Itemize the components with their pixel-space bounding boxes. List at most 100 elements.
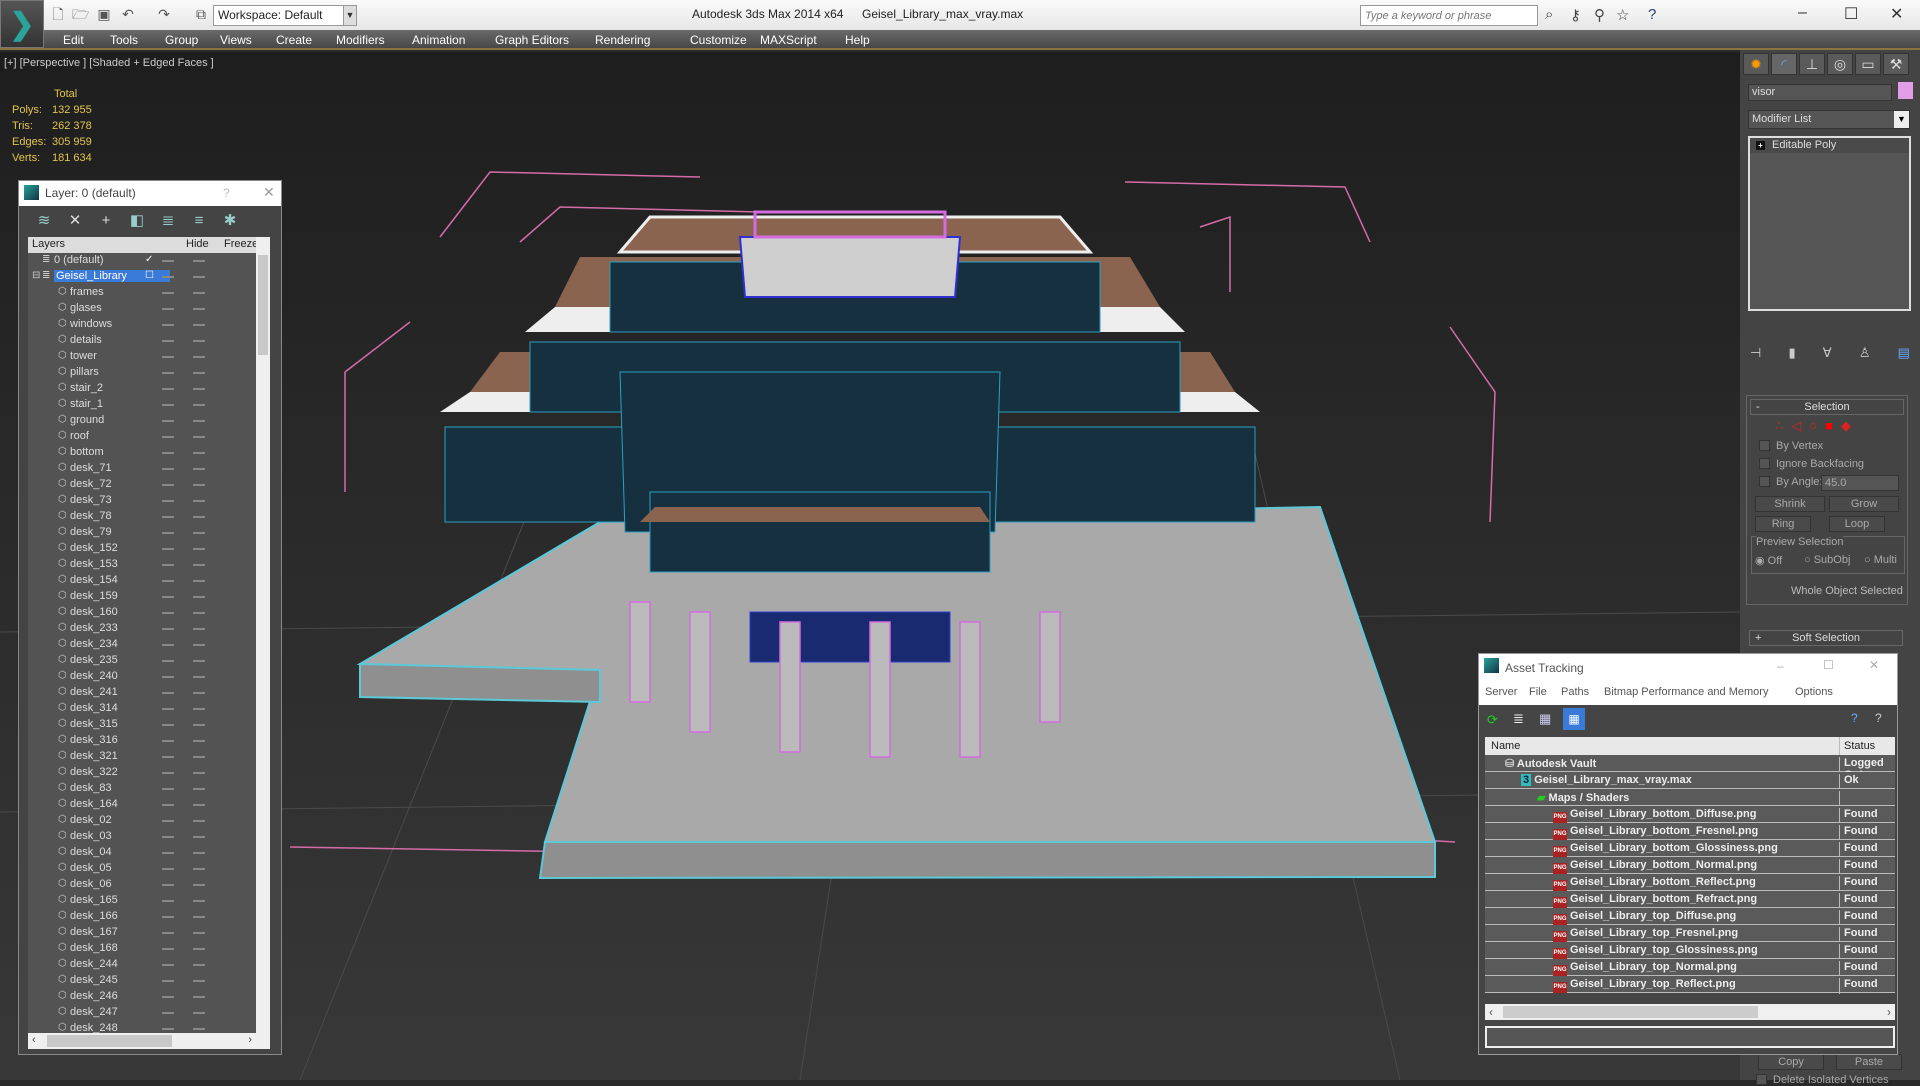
- scrollbar-thumb[interactable]: [47, 1035, 172, 1047]
- layer-row[interactable]: ⬡ desk_168: [28, 941, 256, 957]
- selection-rollout-header[interactable]: - Selection: [1750, 399, 1904, 415]
- binoculars-icon[interactable]: ⌕: [1545, 6, 1553, 23]
- hide-toggle[interactable]: [162, 452, 174, 454]
- asset-menu-bitmap-performance-and-memory[interactable]: Bitmap Performance and Memory: [1604, 686, 1768, 698]
- new-file-icon[interactable]: 🗋: [50, 6, 66, 22]
- soft-selection-rollout-header[interactable]: + Soft Selection: [1749, 630, 1903, 646]
- freeze-toggle[interactable]: [193, 420, 205, 422]
- context-help-icon[interactable]: ?: [1875, 711, 1882, 725]
- hide-toggle[interactable]: [162, 388, 174, 390]
- freeze-toggle[interactable]: [193, 916, 205, 918]
- hide-toggle[interactable]: [162, 836, 174, 838]
- favorites-star-icon[interactable]: ☆: [1616, 6, 1629, 24]
- asset-row[interactable]: PNG Geisel_Library_top_Glossiness.png Foun…: [1485, 942, 1895, 960]
- layer-row[interactable]: ⬡ stair_2: [28, 381, 256, 397]
- hide-toggle[interactable]: [162, 740, 174, 742]
- layer-row[interactable]: ⬡ desk_159: [28, 589, 256, 605]
- asset-row[interactable]: PNG Geisel_Library_bottom_Normal.png Found: [1485, 857, 1895, 875]
- column-hide[interactable]: Hide: [186, 238, 209, 250]
- close-button[interactable]: ✕: [1869, 658, 1879, 672]
- freeze-toggle[interactable]: [193, 596, 205, 598]
- hide-toggle[interactable]: [162, 356, 174, 358]
- freeze-toggle[interactable]: [193, 484, 205, 486]
- layer-row[interactable]: ⬡ desk_240: [28, 669, 256, 685]
- asset-row[interactable]: PNG Geisel_Library_top_Normal.png Found: [1485, 959, 1895, 977]
- layer-row[interactable]: ⬡ frames: [28, 285, 256, 301]
- hide-toggle[interactable]: [162, 628, 174, 630]
- hide-toggle[interactable]: [162, 804, 174, 806]
- freeze-toggle[interactable]: [193, 932, 205, 934]
- layer-row[interactable]: ⬡ desk_233: [28, 621, 256, 637]
- object-name-field[interactable]: visor: [1748, 84, 1892, 101]
- asset-row[interactable]: PNG Geisel_Library_bottom_Diffuse.png Foun…: [1485, 806, 1895, 824]
- column-name[interactable]: Name: [1491, 740, 1520, 752]
- freeze-toggle[interactable]: [193, 516, 205, 518]
- hide-toggle[interactable]: [162, 820, 174, 822]
- freeze-toggle[interactable]: [193, 468, 205, 470]
- menu-animation[interactable]: Animation: [412, 33, 465, 47]
- asset-row[interactable]: PNG Geisel_Library_bottom_Refract.png Foun…: [1485, 891, 1895, 909]
- minimize-button[interactable]: –: [1777, 659, 1784, 673]
- asset-row[interactable]: PNG Geisel_Library_top_Diffuse.png Found: [1485, 908, 1895, 926]
- preview-off-radio[interactable]: ◉ Off: [1755, 554, 1782, 567]
- select-layer-icon[interactable]: ≣: [159, 212, 177, 230]
- layer-row[interactable]: ⬡ desk_241: [28, 685, 256, 701]
- layer-row[interactable]: ⬡ desk_79: [28, 525, 256, 541]
- freeze-toggle[interactable]: [193, 372, 205, 374]
- layer-row[interactable]: ⬡ desk_04: [28, 845, 256, 861]
- freeze-toggle[interactable]: [193, 308, 205, 310]
- freeze-toggle[interactable]: [193, 452, 205, 454]
- layer-row[interactable]: ⬡ stair_1: [28, 397, 256, 413]
- hide-toggle[interactable]: [162, 548, 174, 550]
- freeze-toggle[interactable]: [193, 324, 205, 326]
- menu-create[interactable]: Create: [276, 33, 312, 47]
- object-color-swatch[interactable]: [1898, 82, 1913, 99]
- layer-row[interactable]: ⬡ pillars: [28, 365, 256, 381]
- freeze-toggle[interactable]: [193, 676, 205, 678]
- layer-row[interactable]: ⬡ tower: [28, 349, 256, 365]
- layer-row[interactable]: ⬡ desk_72: [28, 477, 256, 493]
- hide-toggle[interactable]: [162, 772, 174, 774]
- layer-row[interactable]: ⬡ desk_153: [28, 557, 256, 573]
- freeze-toggle[interactable]: [193, 548, 205, 550]
- layer-row[interactable]: ⬡ desk_166: [28, 909, 256, 925]
- freeze-toggle[interactable]: [193, 1028, 205, 1030]
- hide-toggle[interactable]: [162, 980, 174, 982]
- tree-view-icon[interactable]: ▦: [1539, 711, 1551, 727]
- menu-graph-editors[interactable]: Graph Editors: [495, 33, 569, 47]
- hide-toggle[interactable]: [162, 564, 174, 566]
- select-objects-icon[interactable]: ◧: [128, 212, 146, 230]
- freeze-toggle[interactable]: [193, 980, 205, 982]
- freeze-toggle[interactable]: [193, 900, 205, 902]
- layer-row[interactable]: ⬡ desk_321: [28, 749, 256, 765]
- vertical-scrollbar[interactable]: [256, 237, 270, 1033]
- motion-tab-icon[interactable]: ◎: [1827, 53, 1853, 75]
- hide-toggle[interactable]: [162, 692, 174, 694]
- freeze-toggle[interactable]: [193, 340, 205, 342]
- layer-row[interactable]: ⬡ desk_244: [28, 957, 256, 973]
- layer-row[interactable]: ⬡ desk_160: [28, 605, 256, 621]
- hide-toggle[interactable]: [162, 868, 174, 870]
- freeze-toggle[interactable]: [193, 292, 205, 294]
- asset-row[interactable]: PNG Geisel_Library_bottom_Reflect.png Foun…: [1485, 874, 1895, 892]
- freeze-toggle[interactable]: [193, 708, 205, 710]
- layer-row[interactable]: ⬡ desk_78: [28, 509, 256, 525]
- freeze-toggle[interactable]: [193, 388, 205, 390]
- copy-button[interactable]: Copy: [1758, 1054, 1824, 1070]
- workspace-dropdown[interactable]: Workspace: Default: [213, 5, 353, 26]
- layer-row[interactable]: ⬡ windows: [28, 317, 256, 333]
- make-unique-icon[interactable]: ∀: [1823, 345, 1832, 361]
- delete-isolated-vertices-checkbox[interactable]: Delete Isolated Vertices: [1756, 1074, 1889, 1086]
- subobject-level-icons[interactable]: ∴◁○■◆: [1775, 418, 1859, 434]
- hide-toggle[interactable]: [162, 724, 174, 726]
- hide-toggle[interactable]: [162, 916, 174, 918]
- freeze-toggle[interactable]: [193, 644, 205, 646]
- redo-icon[interactable]: ↷: [156, 6, 172, 22]
- freeze-toggle[interactable]: [193, 740, 205, 742]
- layer-row[interactable]: ⬡ desk_248: [28, 1021, 256, 1033]
- freeze-toggle[interactable]: [193, 260, 205, 262]
- asset-menu-options[interactable]: Options: [1795, 686, 1833, 698]
- key-icon[interactable]: ⚷: [1570, 6, 1581, 24]
- horizontal-scrollbar[interactable]: ‹ ›: [28, 1033, 270, 1049]
- column-layers[interactable]: Layers: [32, 238, 65, 250]
